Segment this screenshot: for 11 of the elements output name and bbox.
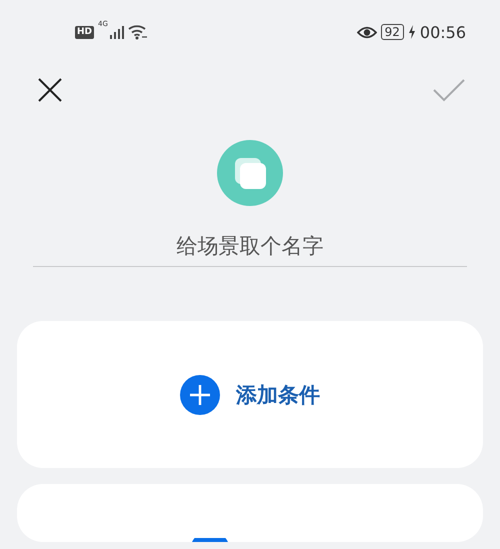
eye-icon [356, 26, 377, 38]
scene-icon [217, 140, 283, 206]
clock-time: 00:56 [420, 22, 466, 42]
plus-icon [180, 374, 220, 414]
signal-icon [110, 25, 124, 39]
add-condition-button[interactable]: 添加条件 [180, 374, 320, 414]
scene-name-field[interactable]: 给场景取个名字 [33, 228, 467, 267]
wifi-icon [128, 24, 148, 40]
hd-badge: HD [75, 26, 94, 38]
battery-level: 92 [380, 24, 404, 40]
close-button[interactable] [37, 77, 63, 103]
